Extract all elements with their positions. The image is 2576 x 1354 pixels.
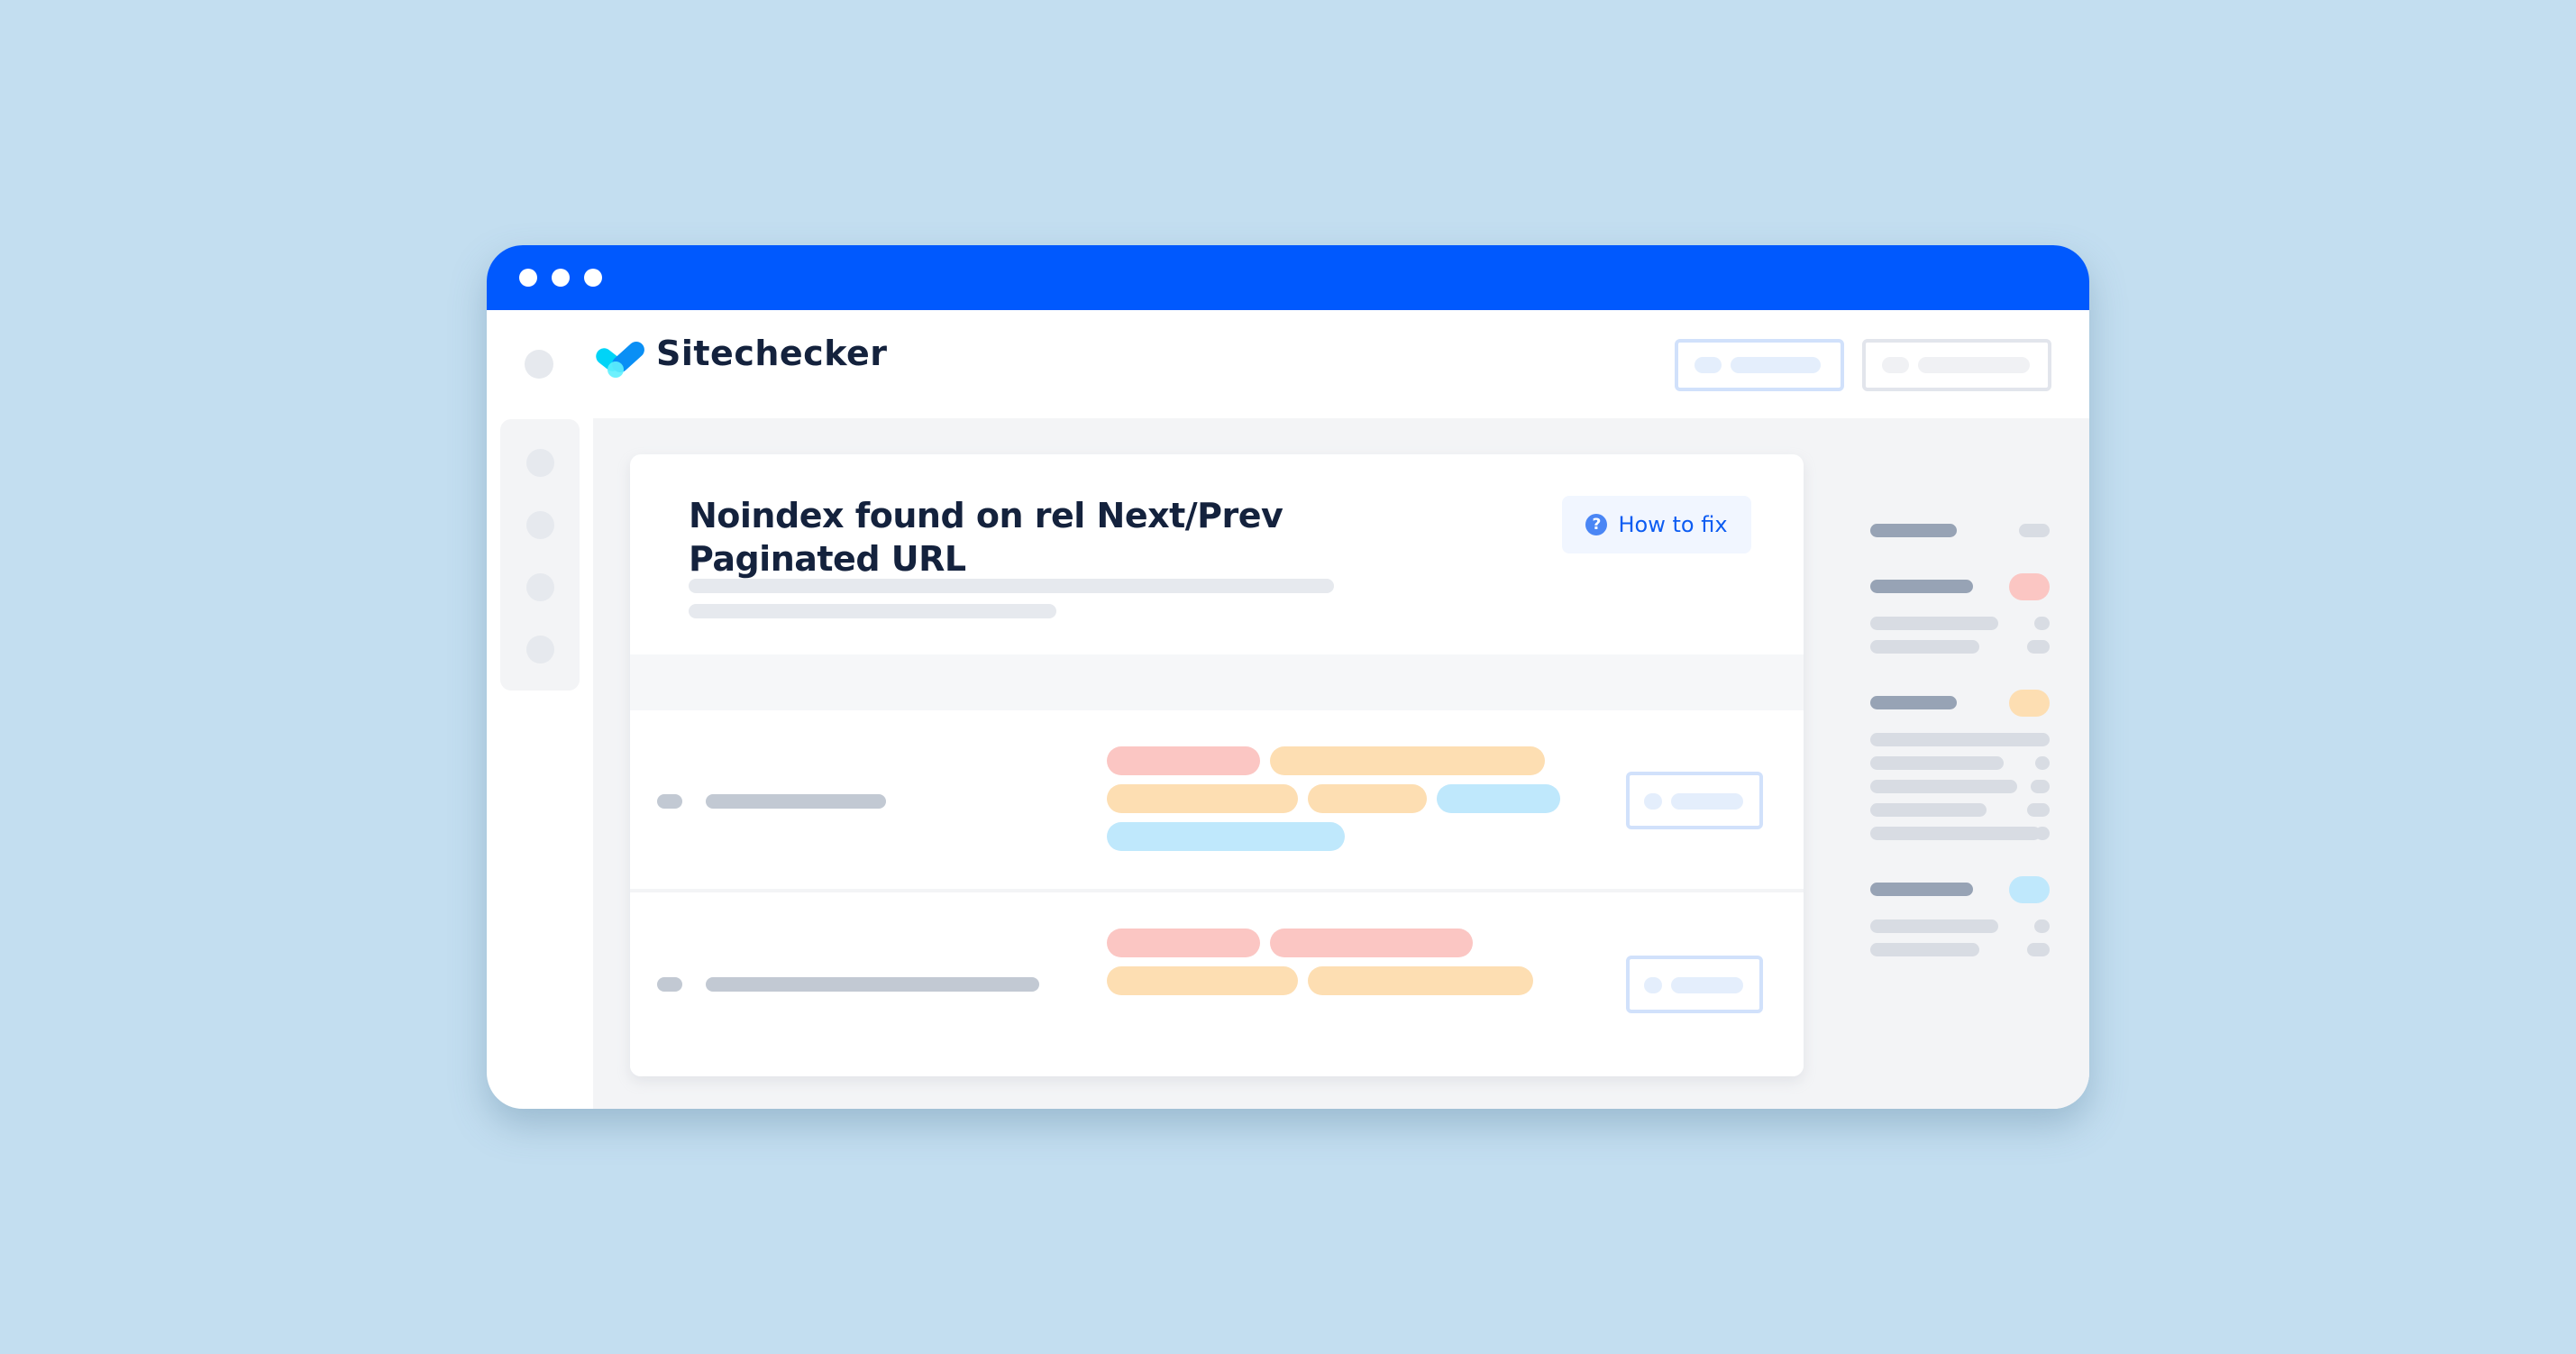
row-index-placeholder	[657, 794, 682, 809]
item-label-placeholder[interactable]	[1870, 919, 1998, 933]
how-to-fix-label: How to fix	[1618, 512, 1728, 537]
button-icon-placeholder	[1694, 357, 1722, 373]
issue-tag-warning	[1107, 966, 1298, 995]
description-placeholder	[689, 604, 1056, 618]
item-label-placeholder[interactable]	[1870, 756, 2004, 770]
issue-title: Noindex found on rel Next/Prev Paginated…	[689, 496, 1283, 579]
item-label-placeholder[interactable]	[1870, 733, 2041, 746]
table-row[interactable]	[630, 892, 1804, 1076]
issue-tag-warning	[1270, 746, 1545, 775]
button-icon-placeholder	[1882, 357, 1909, 373]
issue-card: Noindex found on rel Next/Prev Paginated…	[630, 454, 1804, 1076]
row-action-button[interactable]	[1626, 956, 1763, 1013]
button-label-placeholder	[1671, 793, 1743, 810]
browser-window: Sitechecker Noindex found on rel Next/Pr…	[487, 245, 2089, 1109]
issue-tag-error	[1107, 746, 1260, 775]
issue-tag-notice	[1437, 784, 1560, 813]
app-header: Sitechecker	[487, 310, 2089, 418]
item-count-placeholder	[2034, 617, 2050, 630]
issue-tag-warning	[1308, 966, 1533, 995]
menu-circle-icon[interactable]	[525, 350, 553, 379]
row-action-button[interactable]	[1626, 772, 1763, 829]
item-count-placeholder	[2031, 780, 2050, 793]
item-count-placeholder	[2034, 919, 2050, 933]
group-label-placeholder[interactable]	[1870, 696, 1957, 709]
secondary-header-button[interactable]	[1862, 339, 2051, 391]
main-area: Noindex found on rel Next/Prev Paginated…	[593, 418, 2089, 1109]
window-dot-icon[interactable]	[552, 269, 570, 287]
sidebar-item-icon[interactable]	[526, 636, 554, 663]
table-header	[630, 654, 1804, 710]
issue-summary-panel	[1832, 418, 2067, 1109]
window-dot-icon[interactable]	[519, 269, 537, 287]
item-count-placeholder	[2035, 756, 2050, 770]
sidebar-item-icon[interactable]	[526, 511, 554, 539]
issue-tag-error	[1107, 929, 1260, 957]
checkmark-logo-icon	[593, 337, 647, 380]
row-url-placeholder	[706, 794, 886, 809]
item-label-placeholder[interactable]	[1870, 780, 2017, 793]
error-badge	[2009, 573, 2050, 600]
button-icon-placeholder	[1644, 977, 1662, 993]
button-label-placeholder	[1918, 357, 2030, 373]
button-icon-placeholder	[1644, 793, 1662, 810]
item-label-placeholder[interactable]	[1870, 617, 1998, 630]
primary-header-button[interactable]	[1675, 339, 1844, 391]
sidebar-item-icon[interactable]	[526, 573, 554, 601]
item-count-placeholder	[2035, 827, 2050, 840]
item-label-placeholder[interactable]	[1870, 943, 1979, 956]
how-to-fix-button[interactable]: ? How to fix	[1562, 496, 1751, 553]
brand-name[interactable]: Sitechecker	[656, 334, 887, 373]
sidebar	[500, 419, 580, 691]
window-dot-icon[interactable]	[584, 269, 602, 287]
item-label-placeholder[interactable]	[1870, 640, 1979, 654]
issue-tag-error	[1270, 929, 1473, 957]
item-count-placeholder	[2027, 943, 2050, 956]
question-circle-icon: ?	[1585, 514, 1608, 535]
item-count-placeholder	[2027, 803, 2050, 817]
description-placeholder	[689, 579, 1334, 593]
issue-tag-notice	[1107, 822, 1345, 851]
button-label-placeholder	[1731, 357, 1821, 373]
table-row[interactable]	[630, 710, 1804, 889]
item-label-placeholder[interactable]	[1870, 827, 2041, 840]
issue-tag-warning	[1107, 784, 1298, 813]
issue-tag-warning	[1308, 784, 1427, 813]
notice-badge	[2009, 876, 2050, 903]
item-count-placeholder	[2027, 640, 2050, 654]
item-label-placeholder[interactable]	[1870, 803, 1987, 817]
row-url-placeholder	[706, 977, 1039, 992]
group-count-placeholder	[2019, 524, 2050, 537]
sidebar-item-icon[interactable]	[526, 449, 554, 477]
row-index-placeholder	[657, 977, 682, 992]
button-label-placeholder	[1671, 977, 1743, 993]
group-label-placeholder[interactable]	[1870, 580, 1973, 593]
window-titlebar	[487, 245, 2089, 310]
item-count-placeholder	[2027, 733, 2050, 746]
group-label-placeholder[interactable]	[1870, 524, 1957, 537]
group-label-placeholder[interactable]	[1870, 883, 1973, 896]
warning-badge	[2009, 690, 2050, 717]
